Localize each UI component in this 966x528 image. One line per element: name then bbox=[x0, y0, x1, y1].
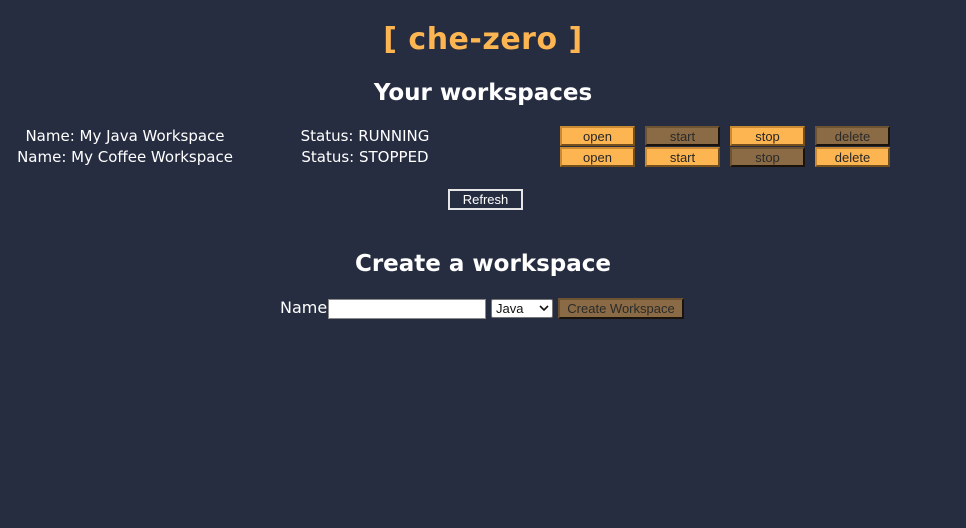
workspace-name: Name: My Java Workspace bbox=[25, 127, 225, 145]
name-label: Name bbox=[280, 298, 328, 317]
workspace-name: Name: My Coffee Workspace bbox=[17, 148, 233, 166]
workspace-name-input[interactable] bbox=[328, 299, 486, 319]
app-title: [ che-zero ] bbox=[383, 22, 583, 57]
delete-button[interactable]: delete bbox=[815, 126, 890, 146]
start-button[interactable]: start bbox=[645, 126, 720, 146]
create-workspace-button[interactable]: Create Workspace bbox=[558, 298, 684, 319]
workspaces-heading: Your workspaces bbox=[373, 80, 593, 106]
start-button[interactable]: start bbox=[645, 147, 720, 167]
stop-button[interactable]: stop bbox=[730, 126, 805, 146]
open-button[interactable]: open bbox=[560, 126, 635, 146]
refresh-button[interactable]: Refresh bbox=[448, 189, 523, 210]
delete-button[interactable]: delete bbox=[815, 147, 890, 167]
language-select[interactable]: Java bbox=[491, 299, 553, 318]
open-button[interactable]: open bbox=[560, 147, 635, 167]
create-heading: Create a workspace bbox=[354, 251, 612, 277]
stop-button[interactable]: stop bbox=[730, 147, 805, 167]
workspace-status: Status: STOPPED bbox=[301, 148, 429, 166]
create-workspace-form: Name Java Create Workspace bbox=[0, 298, 966, 320]
language-select-value: Java bbox=[496, 301, 524, 316]
workspace-row: Name: My Java Workspace Status: RUNNING … bbox=[0, 126, 966, 147]
workspace-row: Name: My Coffee Workspace Status: STOPPE… bbox=[0, 147, 966, 168]
workspace-status: Status: RUNNING bbox=[300, 127, 430, 145]
